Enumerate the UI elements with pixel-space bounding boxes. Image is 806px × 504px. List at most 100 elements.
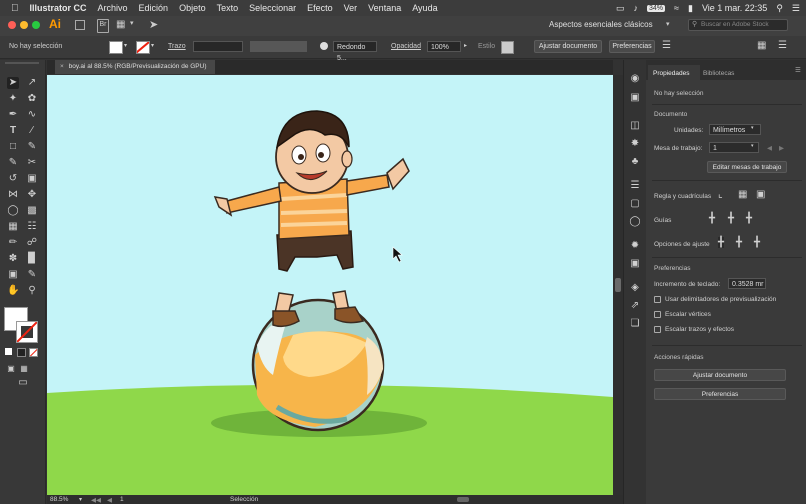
type-tool-icon[interactable]: T (7, 125, 19, 137)
prev-artboard-icon[interactable]: ◀ (767, 144, 772, 152)
workspace-switcher[interactable]: Aspectos esenciales clásicos (549, 20, 653, 29)
battery-icon[interactable]: ▮ (688, 3, 693, 14)
color-panel-icon[interactable]: ◉ (629, 73, 641, 85)
symbols-panel-icon[interactable]: ♣ (629, 156, 641, 168)
fill-chevron-icon[interactable]: ▾ (124, 42, 127, 49)
menu-ver[interactable]: Ver (344, 3, 358, 13)
layers-panel-icon[interactable]: ◈ (629, 282, 641, 294)
eraser-tool-icon[interactable]: ✂ (26, 157, 38, 169)
color-guide-icon[interactable]: ▣ (629, 92, 641, 104)
snap-to-grid-icon[interactable]: ╋ (736, 237, 742, 248)
scale-tool-icon[interactable]: ▣ (26, 173, 38, 185)
shape-builder-tool-icon[interactable]: ◯ (7, 205, 19, 217)
snap-to-pixel-icon[interactable]: ╋ (754, 237, 760, 248)
lasso-tool-icon[interactable]: ✿ (26, 93, 38, 105)
tab-libraries[interactable]: Bibliotecas (703, 70, 734, 77)
vertical-scroll-thumb[interactable] (615, 278, 621, 292)
line-tool-icon[interactable]: ∕ (26, 125, 38, 137)
image-trace-icon[interactable]: ▣ (629, 258, 641, 270)
stroke-chevron-icon[interactable]: ▾ (151, 42, 154, 49)
shaper-tool-icon[interactable]: ✎ (7, 157, 19, 169)
document-tab[interactable]: × boy.ai al 88.5% (RGB/Previsualización … (55, 60, 215, 74)
brushes-panel-icon[interactable]: ✹ (629, 240, 641, 252)
width-tool-icon[interactable]: ⋈ (7, 189, 19, 201)
stroke-weight-field[interactable] (193, 41, 243, 52)
current-tool-status[interactable]: Selección (230, 496, 258, 503)
zoom-chevron-icon[interactable]: ▾ (79, 496, 82, 503)
eyedropper-tool-icon[interactable]: ✏ (7, 237, 19, 249)
edit-artboards-button[interactable]: Editar mesas de trabajo (707, 161, 787, 173)
mesh-tool-icon[interactable]: ☷ (26, 221, 38, 233)
units-chevron-icon[interactable]: ▾ (751, 125, 754, 131)
live-paint-tool-icon[interactable]: ▩ (26, 205, 38, 217)
chevron-down-icon[interactable]: ▾ (130, 19, 134, 27)
panel-menu-icon[interactable]: ▦ (757, 40, 766, 51)
apple-icon[interactable]:  (11, 3, 19, 14)
opacity-chevron-icon[interactable]: ▸ (464, 42, 467, 49)
draw-inside-icon[interactable]: ▦ (18, 363, 30, 375)
pen-tool-icon[interactable]: ✒ (7, 109, 19, 121)
magic-wand-tool-icon[interactable]: ✦ (7, 93, 19, 105)
appearance-panel-icon[interactable]: ✸ (629, 138, 641, 150)
menu-app-name[interactable]: Illustrator CC (30, 3, 87, 13)
blend-tool-icon[interactable]: ☍ (26, 237, 38, 249)
menu-edicion[interactable]: Edición (139, 3, 169, 13)
snap-to-point-icon[interactable]: ╋ (718, 237, 725, 248)
export-panel-icon[interactable]: ⇗ (629, 300, 641, 312)
zoom-level[interactable]: 88.5% (50, 496, 68, 503)
opacity-label[interactable]: Opacidad (391, 43, 421, 50)
stroke-swatch[interactable] (136, 41, 150, 54)
panel-menu-icon[interactable]: ☰ (795, 66, 801, 74)
keyboard-increment-field[interactable]: 0.3528 mr (728, 278, 766, 289)
next-artboard-icon[interactable]: ▶ (779, 144, 784, 152)
artboard-number[interactable]: 1 (120, 496, 124, 503)
selection-tool-icon[interactable]: ➤ (7, 77, 19, 89)
draw-mode-icon[interactable]: ▣ (5, 363, 17, 375)
menu-texto[interactable]: Texto (217, 3, 239, 13)
free-transform-tool-icon[interactable]: ✥ (26, 189, 38, 201)
brush-definition[interactable]: Redondo 5... (333, 41, 377, 62)
tab-properties[interactable]: Propiedades (653, 70, 690, 77)
rocket-icon[interactable]: ➤ (149, 18, 158, 31)
tab-close-icon[interactable]: × (60, 63, 64, 70)
menu-archivo[interactable]: Archivo (98, 3, 128, 13)
grid-icon[interactable]: ▦ (738, 189, 747, 200)
home-icon[interactable] (75, 20, 85, 30)
fit-document-panel-button[interactable]: Ajustar documento (654, 369, 786, 381)
menu-objeto[interactable]: Objeto (179, 3, 206, 13)
lock-guides-icon[interactable]: ╋ (728, 213, 734, 224)
arrange-documents-icon[interactable]: ▦ (116, 19, 128, 30)
prev-artboard-icon[interactable]: ◀ (107, 496, 112, 504)
scale-strokes-checkbox[interactable] (654, 326, 661, 333)
smart-guides-icon[interactable]: ╋ (746, 213, 752, 224)
screen-mode-icon[interactable]: ▭ (17, 377, 29, 389)
rotate-tool-icon[interactable]: ↺ (7, 173, 19, 185)
window-minimize-icon[interactable] (20, 21, 28, 29)
first-artboard-icon[interactable]: ◀◀ (91, 496, 101, 504)
curvature-tool-icon[interactable]: ∿ (26, 109, 38, 121)
column-graph-tool-icon[interactable]: ▉ (26, 253, 38, 265)
preferences-button[interactable]: Preferencias (609, 40, 655, 53)
gradient-panel-icon[interactable]: ▢ (629, 198, 641, 210)
window-zoom-icon[interactable] (32, 21, 40, 29)
menu-list-icon[interactable]: ☰ (792, 3, 800, 14)
variable-width-profile[interactable] (250, 41, 307, 52)
paintbrush-tool-icon[interactable]: ✎ (26, 141, 38, 153)
color-mode-icon[interactable] (5, 348, 12, 355)
horizontal-scroll-thumb[interactable] (457, 497, 469, 502)
gradient-mode-icon[interactable] (17, 348, 26, 357)
pixel-grid-icon[interactable]: ▣ (756, 189, 765, 200)
vertical-scrollbar[interactable] (613, 75, 623, 495)
arrange-icon[interactable]: ☰ (662, 40, 671, 51)
menu-ventana[interactable]: Ventana (368, 3, 401, 13)
bridge-icon[interactable]: Br (97, 19, 109, 33)
menu-efecto[interactable]: Efecto (307, 3, 333, 13)
cast-icon[interactable]: ▭ (616, 3, 625, 14)
swatches-panel-icon[interactable]: ◯ (629, 216, 641, 228)
wifi-icon[interactable]: ≈ (674, 3, 679, 13)
artboards-panel-icon[interactable]: ❏ (629, 318, 641, 330)
slice-tool-icon[interactable]: ✎ (26, 269, 38, 281)
battery-percent[interactable]: 34% (647, 4, 666, 12)
symbol-sprayer-tool-icon[interactable]: ✽ (7, 253, 19, 265)
preview-bounds-checkbox[interactable] (654, 296, 661, 303)
